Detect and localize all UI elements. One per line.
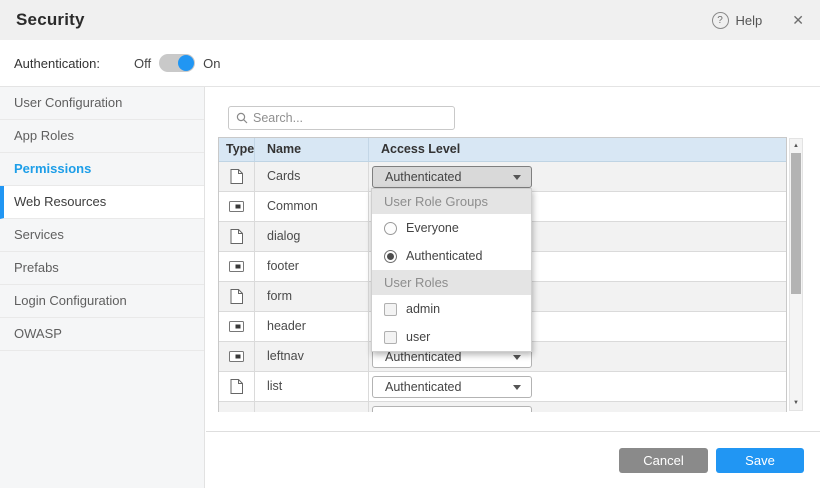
caret-down-icon [513, 385, 521, 390]
save-button[interactable]: Save [716, 448, 804, 473]
sidebar-item-user-configuration[interactable]: User Configuration [0, 87, 204, 120]
help-link[interactable]: Help [736, 13, 763, 28]
partial-icon [229, 261, 244, 272]
access-level-dropdown[interactable]: Authenticated [372, 376, 532, 398]
scroll-up-icon[interactable]: ▲ [790, 140, 802, 152]
column-header-type: Type [219, 138, 255, 161]
search-input[interactable] [253, 111, 454, 125]
resource-type-cell [219, 252, 255, 281]
access-level-dropdown[interactable] [372, 406, 532, 413]
close-icon[interactable]: ✕ [792, 12, 804, 29]
resource-name: header [255, 312, 369, 341]
page-icon [230, 379, 243, 394]
menu-option-everyone[interactable]: Everyone [372, 214, 531, 242]
checkbox-unchecked-icon [384, 303, 397, 316]
page-icon [230, 289, 243, 304]
page-icon [230, 169, 243, 184]
sidebar-item-web-resources[interactable]: Web Resources [0, 186, 204, 219]
resource-type-cell [219, 162, 255, 191]
resource-name: list [255, 372, 369, 401]
search-box [228, 106, 455, 130]
table-header: Type Name Access Level [219, 138, 786, 162]
resource-type-cell [219, 402, 255, 412]
resource-name: dialog [255, 222, 369, 251]
column-header-access-level: Access Level [369, 138, 786, 161]
sidebar-item-owasp[interactable]: OWASP [0, 318, 204, 351]
menu-option-user[interactable]: user [372, 323, 531, 351]
option-label: user [406, 330, 430, 344]
sidebar: User Configuration App Roles Permissions… [0, 87, 205, 488]
scroll-down-icon[interactable]: ▼ [790, 397, 802, 409]
menu-group-user-role-groups: User Role Groups [372, 189, 531, 214]
sidebar-item-prefabs[interactable]: Prefabs [0, 252, 204, 285]
option-label: admin [406, 302, 440, 316]
help-icon[interactable]: ? [712, 12, 729, 29]
scrollbar-thumb[interactable] [791, 153, 801, 294]
partial-icon [229, 351, 244, 362]
toggle-on-label: On [203, 56, 220, 71]
sidebar-item-login-configuration[interactable]: Login Configuration [0, 285, 204, 318]
access-level-menu: User Role Groups Everyone Authenticated … [371, 188, 532, 352]
table-scrollbar[interactable]: ▲ ▼ [789, 138, 803, 411]
resource-type-cell [219, 192, 255, 221]
resource-name: footer [255, 252, 369, 281]
access-level-value: Authenticated [373, 377, 531, 397]
main-content: Type Name Access Level Cards Authenticat… [206, 87, 820, 488]
sidebar-item-app-roles[interactable]: App Roles [0, 120, 204, 153]
resource-type-cell [219, 342, 255, 371]
table-row: list Authenticated [219, 372, 786, 402]
resource-name: Common [255, 192, 369, 221]
option-label: Everyone [406, 221, 459, 235]
menu-option-admin[interactable]: admin [372, 295, 531, 323]
footer-divider [206, 431, 820, 432]
column-header-name: Name [255, 138, 369, 161]
sidebar-item-services[interactable]: Services [0, 219, 204, 252]
page-title: Security [16, 10, 85, 30]
authentication-label: Authentication: [14, 56, 100, 71]
resource-type-cell [219, 282, 255, 311]
option-label: Authenticated [406, 249, 482, 263]
titlebar-actions: ? Help ✕ [712, 0, 804, 40]
partial-icon [229, 321, 244, 332]
resource-name [255, 402, 369, 412]
radio-checked-icon [384, 250, 397, 263]
table-row-clipped [219, 402, 786, 412]
caret-down-icon [513, 175, 521, 180]
resource-type-cell [219, 312, 255, 341]
titlebar: Security ? Help ✕ [0, 0, 820, 40]
access-level-dropdown[interactable]: Authenticated [372, 166, 532, 188]
search-icon [236, 112, 248, 124]
resource-name: Cards [255, 162, 369, 191]
authentication-toggle[interactable] [159, 54, 195, 72]
caret-down-icon [513, 355, 521, 360]
page-icon [230, 229, 243, 244]
menu-group-user-roles: User Roles [372, 270, 531, 295]
cancel-button[interactable]: Cancel [619, 448, 708, 473]
resource-name: leftnav [255, 342, 369, 371]
menu-option-authenticated[interactable]: Authenticated [372, 242, 531, 270]
sidebar-item-permissions[interactable]: Permissions [0, 153, 204, 186]
resource-type-cell [219, 372, 255, 401]
authentication-bar: Authentication: Off On [0, 40, 820, 87]
checkbox-unchecked-icon [384, 331, 397, 344]
resource-type-cell [219, 222, 255, 251]
partial-icon [229, 201, 244, 212]
toggle-knob [178, 55, 194, 71]
access-level-value: Authenticated [373, 167, 531, 187]
radio-unchecked-icon [384, 222, 397, 235]
toggle-off-label: Off [134, 56, 151, 71]
resource-name: form [255, 282, 369, 311]
